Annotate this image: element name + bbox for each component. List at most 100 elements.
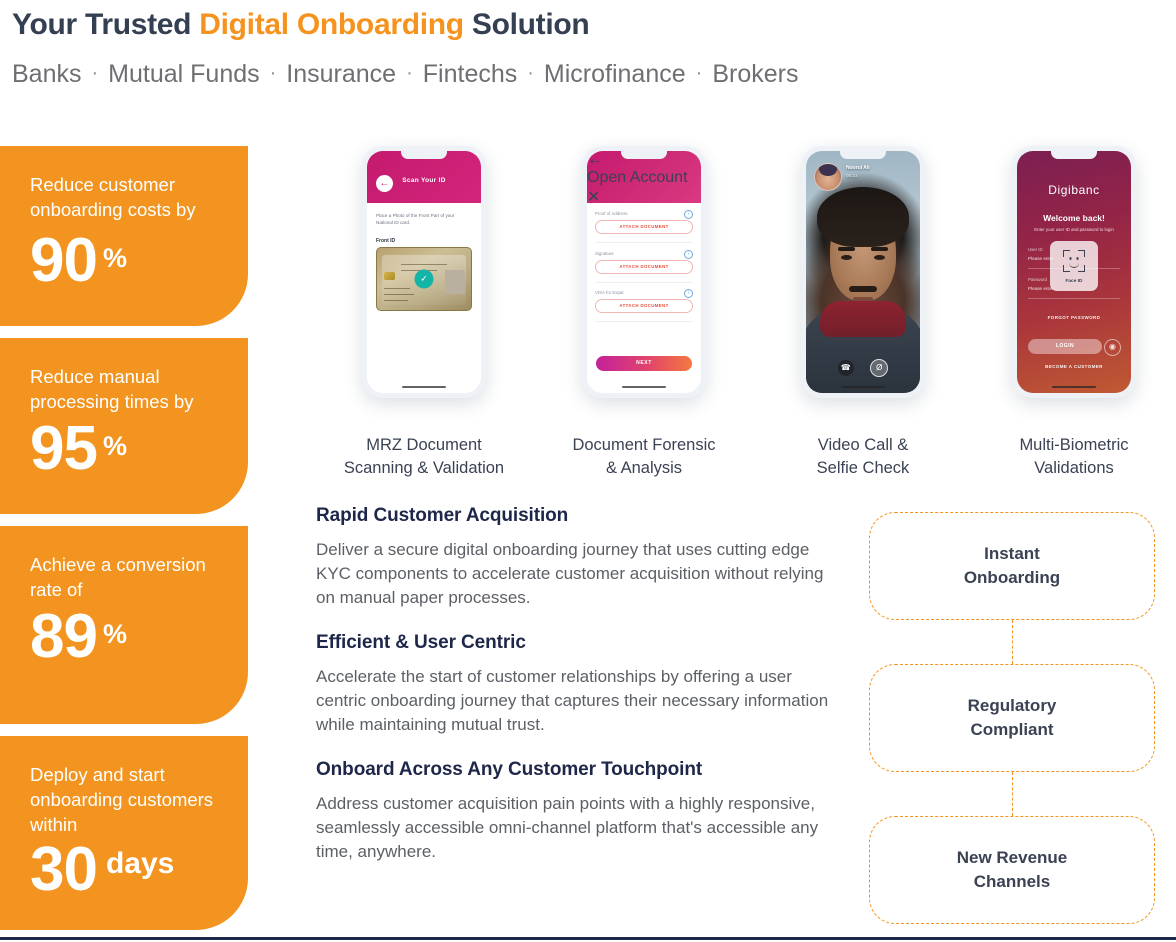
become-customer-link[interactable]: BECOME A CUSTOMER [1017,364,1131,369]
flow-line-1: New Revenue [956,848,1068,867]
attach-document-button[interactable]: ATTACH DOCUMENT [595,220,693,234]
upload-field: Signature i ATTACH DOCUMENT [595,249,693,274]
feature-body: Accelerate the start of customer relatio… [316,667,829,734]
upload-field: Proof of Address i ATTACH DOCUMENT [595,210,693,234]
stat-card: Reduce manual processing times by 95 % [0,338,248,514]
mute-microphone-icon[interactable]: Ø [870,358,889,377]
feature-heading: Onboard Across Any Customer Touchpoint [316,759,703,780]
app-header-title: Scan Your ID [402,177,446,184]
phone-frame: ← Open Account ✕ Proof of Address i ATTA… [582,146,706,398]
phone-notch [1051,151,1097,159]
caller-scarf [820,301,906,337]
caller-eyebrow [838,247,855,251]
phone-caption: Video Call & Selfie Check [753,434,973,480]
self-view-avatar[interactable] [814,163,842,191]
face-id-overlay[interactable]: Face ID [1050,241,1098,291]
feature-block: Rapid Customer Acquisition Deliver a sec… [316,505,846,610]
call-timer: 05:23 [846,173,858,178]
attach-document-button[interactable]: ATTACH DOCUMENT [595,299,693,314]
caller-moustache [849,286,877,292]
caption-line-1: Document Forensic [572,436,716,454]
flow-box-new-revenue-channels: New Revenue Channels [869,816,1155,924]
fingerprint-icon[interactable]: ◉ [1104,339,1121,356]
page-title: Your Trusted Digital Onboarding Solution [12,8,590,42]
upload-field: VISA for Expat i ATTACH DOCUMENT [595,289,693,314]
stat-label: Reduce manual processing times by [30,366,194,412]
separator-dot-icon: · [527,62,534,84]
flow-box-regulatory-compliant: Regulatory Compliant [869,664,1155,772]
info-icon[interactable]: i [684,249,693,259]
flow-box-label: Instant Onboarding [964,542,1060,590]
login-button[interactable]: LOGIN [1028,339,1102,354]
flow-line-2: Compliant [970,720,1054,739]
caller-name: Noorul Ali [846,165,870,171]
id-card-preview[interactable]: ✓ [376,247,472,311]
phone-notch [621,151,667,159]
segment-banks: Banks [12,60,82,88]
features-column: Rapid Customer Acquisition Deliver a sec… [316,505,846,864]
upload-field-label: Proof of Address [595,211,628,216]
stat-number: 95 [30,414,98,483]
password-label: Password [1028,277,1047,282]
face-eyes-icon [1069,257,1079,260]
brand-logo: Digibanc [1048,183,1100,197]
stat-card: Deploy and start onboarding customers wi… [0,736,248,930]
caption-line-1: Video Call & [817,436,909,454]
flow-box-instant-onboarding: Instant Onboarding [869,512,1155,620]
phone-notch [401,151,447,159]
face-id-icon [1063,250,1085,272]
caption-line-2: Scanning & Validation [343,459,505,477]
phone-screen: ← Open Account ✕ Proof of Address i ATTA… [587,151,701,393]
title-part-2: Solution [463,8,590,41]
forgot-password-link[interactable]: FORGOT PASSWORD [1017,315,1131,320]
caption-line-2: Selfie Check [816,459,910,477]
stat-label: Deploy and start onboarding customers wi… [30,764,214,835]
phone-notch [840,151,886,159]
caption-line-2: Validations [1034,459,1114,477]
stat-label: Achieve a conversion rate of [30,554,206,600]
info-icon[interactable]: i [684,289,693,299]
separator-dot-icon: · [406,62,413,84]
caller-eye [841,255,852,260]
stat-value: 90 % [30,230,226,292]
caller-hair [817,187,909,247]
id-text-line [401,264,447,266]
title-accent: Digital Onboarding [199,8,464,41]
info-icon[interactable]: i [684,210,693,219]
feature-heading: Efficient & User Centric [316,632,526,653]
segment-insurance: Insurance [286,60,397,88]
flow-box-label: Regulatory Compliant [968,694,1057,742]
caption-line-1: Multi-Biometric [1019,436,1129,454]
phone-frame: Digibanc Welcome back! Enter your user I… [1012,146,1136,398]
verified-check-icon: ✓ [414,269,434,289]
phone-mockup-document-forensic: ← Open Account ✕ Proof of Address i ATTA… [534,146,754,477]
phone-caption: Multi-Biometric Validations [964,434,1176,480]
phone-frame: Noorul Ali 05:23 ☎ Ø [801,146,925,398]
app-header-title: Open Account [587,169,688,186]
close-icon[interactable]: ✕ [587,187,701,207]
flow-box-label: New Revenue Channels [957,846,1068,894]
stat-number: 89 [30,602,98,671]
attach-document-button[interactable]: ATTACH DOCUMENT [595,259,693,274]
home-indicator [402,386,446,388]
phone-screen: Digibanc Welcome back! Enter your user I… [1017,151,1131,393]
upload-field-label: Signature [595,250,614,256]
flow-line-2: Channels [973,872,1051,891]
benefits-flow: Instant Onboarding Regulatory Compliant Ne… [869,512,1155,924]
end-call-icon[interactable]: ☎ [837,359,854,376]
divider [1028,298,1120,299]
home-indicator [1052,386,1096,388]
segment-microfinance: Microfinance [543,60,686,88]
audience-segments: Banks · Mutual Funds · Insurance · Fintechs · Mi… [12,60,798,89]
stat-value: 30 days [30,839,226,901]
user-id-label: User ID [1028,247,1043,252]
stats-column: Reduce customer onboarding costs by 90 %… [0,146,250,942]
stat-unit: days [105,847,175,880]
divider [595,242,693,243]
stat-label: Reduce customer onboarding costs by [30,174,196,220]
face-id-label: Face ID [1065,279,1083,284]
next-button[interactable]: NEXT [596,356,692,371]
caller-eye [874,255,885,260]
id-text-line [384,288,410,290]
phone-frame: ← Scan Your ID Place a Photo of the Fron… [362,146,486,398]
